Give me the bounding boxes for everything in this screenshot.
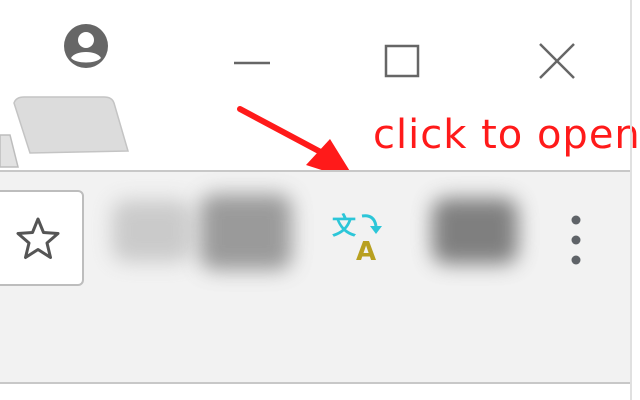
annotation-label: click to open xyxy=(373,112,640,158)
translate-glyph-top: 文 xyxy=(332,212,357,240)
window-edge xyxy=(630,0,632,400)
title-bar: click to open xyxy=(0,0,640,181)
blurred-extension-icon[interactable] xyxy=(112,200,192,262)
browser-tab[interactable] xyxy=(0,95,140,171)
account-circle-icon[interactable] xyxy=(62,22,110,70)
blurred-extension-icon[interactable] xyxy=(200,194,292,270)
minimize-icon[interactable] xyxy=(222,30,282,90)
maximize-icon[interactable] xyxy=(372,30,432,90)
translate-icon[interactable]: 文 A xyxy=(330,208,390,264)
browser-window: click to open 文 A xyxy=(0,0,640,400)
translate-glyph-bottom: A xyxy=(356,237,376,264)
more-vert-icon[interactable] xyxy=(562,212,590,268)
blurred-extension-icon[interactable] xyxy=(432,198,518,264)
browser-toolbar: 文 A xyxy=(0,170,630,384)
close-icon[interactable] xyxy=(528,30,588,90)
star-icon[interactable] xyxy=(14,215,62,263)
